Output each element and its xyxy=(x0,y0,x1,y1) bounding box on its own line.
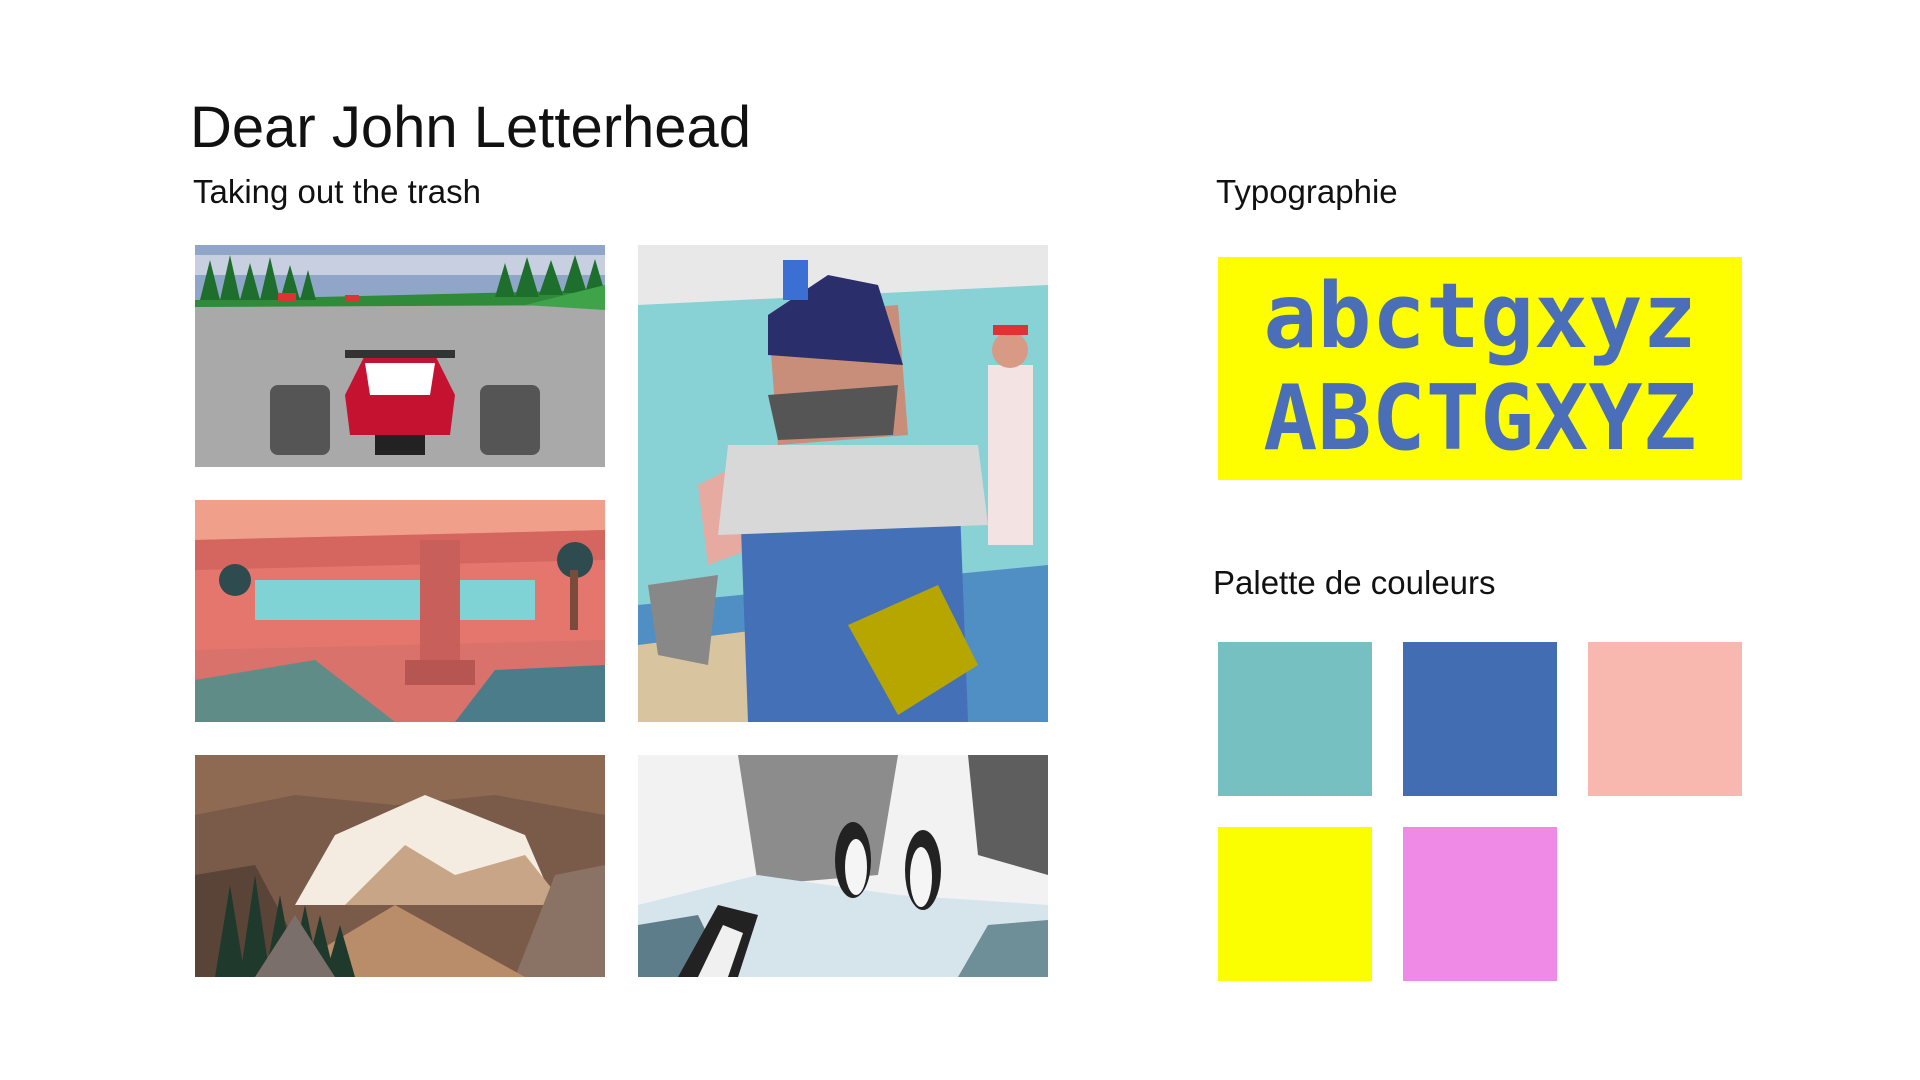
typography-heading: Typographie xyxy=(1216,173,1398,210)
page-title: Dear John Letterhead xyxy=(190,95,752,160)
palette-swatch-magenta xyxy=(1403,827,1557,981)
pink-canyon-screenshot xyxy=(195,500,605,722)
typography-uppercase: ABCTGXYZ xyxy=(1263,366,1697,471)
typography-sample: abctgxyz ABCTGXYZ xyxy=(1218,257,1742,480)
penguins-screenshot xyxy=(638,755,1048,977)
palette-swatch-yellow xyxy=(1218,827,1372,981)
palette-swatch-blue xyxy=(1403,642,1557,796)
racing-car-screenshot xyxy=(195,245,605,467)
plumber-character-screenshot xyxy=(638,245,1048,722)
lowpoly-cave-screenshot xyxy=(195,755,605,977)
palette-swatch-teal xyxy=(1218,642,1372,796)
typography-lowercase: abctgxyz xyxy=(1263,264,1697,369)
gallery-heading: Taking out the trash xyxy=(193,173,482,210)
palette-swatch-pink xyxy=(1588,642,1742,796)
palette-heading: Palette de couleurs xyxy=(1213,564,1496,601)
